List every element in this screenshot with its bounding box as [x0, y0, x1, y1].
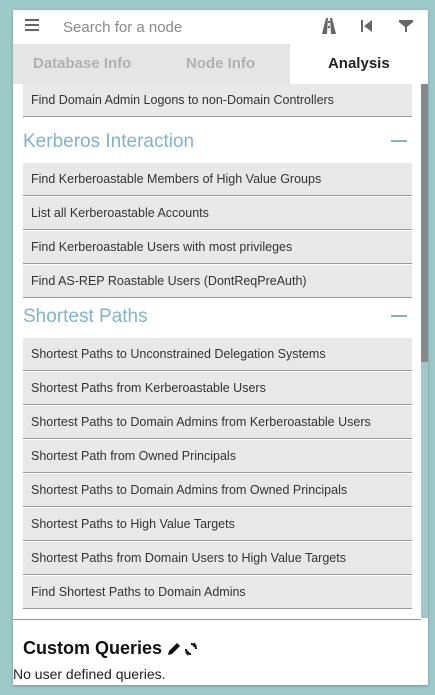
query-item[interactable]: Shortest Paths to Domain Admins from Ker… — [23, 406, 412, 439]
tab-analysis[interactable]: Analysis — [289, 44, 428, 84]
query-item[interactable]: Shortest Paths to High Value Targets — [23, 508, 412, 541]
query-item[interactable]: Shortest Paths from Kerberoastable Users — [23, 372, 412, 405]
query-item[interactable]: Find AS-REP Roastable Users (DontReqPreA… — [23, 265, 412, 298]
section-header-kerberos: Kerberos Interaction — [23, 127, 412, 157]
collapse-icon[interactable] — [391, 315, 407, 317]
tab-node-info[interactable]: Node Info — [151, 44, 289, 84]
filter-icon[interactable] — [399, 18, 419, 36]
menu-icon[interactable] — [25, 17, 41, 35]
refresh-icon[interactable] — [184, 642, 198, 656]
query-item[interactable]: Shortest Path from Owned Principals — [23, 440, 412, 473]
query-item[interactable]: Find Kerberoastable Users with most priv… — [23, 231, 412, 264]
query-item[interactable]: Shortest Paths to Domain Admins from Own… — [23, 474, 412, 507]
analysis-content: Find Domain Admin Logons to non-Domain C… — [13, 84, 428, 618]
search-input[interactable] — [53, 14, 303, 40]
query-item[interactable]: Find Domain Admin Logons to non-Domain C… — [23, 84, 412, 117]
section-title: Kerberos Interaction — [23, 131, 195, 152]
collapse-icon[interactable] — [391, 140, 407, 142]
divider — [13, 619, 421, 620]
query-item[interactable]: Find Kerberoastable Members of High Valu… — [23, 163, 412, 196]
pencil-icon[interactable] — [167, 642, 181, 656]
query-item[interactable]: Find Shortest Paths to Domain Admins — [23, 576, 412, 609]
section-header-shortest-paths: Shortest Paths — [23, 302, 412, 332]
pathfinding-icon[interactable] — [320, 18, 340, 36]
search-bar — [13, 10, 428, 44]
tab-database-info[interactable]: Database Info — [13, 44, 151, 84]
analysis-panel: Database Info Node Info Analysis Find Do… — [13, 10, 428, 685]
back-icon[interactable] — [360, 18, 380, 36]
no-queries-text: No user defined queries. — [13, 666, 166, 682]
custom-queries-title: Custom Queries — [23, 638, 163, 658]
section-title: Shortest Paths — [23, 306, 148, 327]
query-item[interactable]: Shortest Paths from Domain Users to High… — [23, 542, 412, 575]
query-item[interactable]: List all Kerberoastable Accounts — [23, 197, 412, 230]
query-item[interactable]: Shortest Paths to Unconstrained Delegati… — [23, 338, 412, 371]
tab-bar: Database Info Node Info Analysis — [13, 44, 428, 84]
